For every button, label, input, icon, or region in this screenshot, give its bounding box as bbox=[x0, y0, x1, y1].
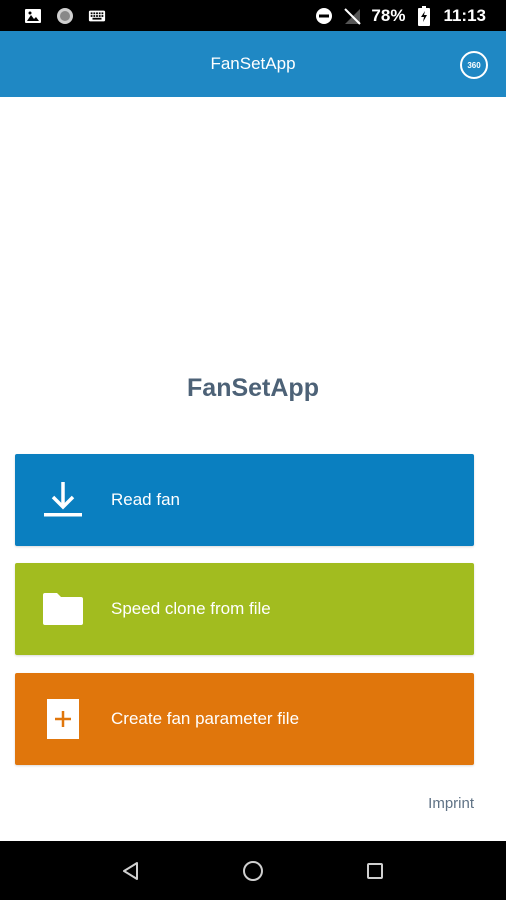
page-title: FanSetApp bbox=[187, 374, 319, 402]
clock: 11:13 bbox=[443, 5, 486, 25]
read-fan-button[interactable]: Read fan bbox=[15, 454, 474, 546]
create-parameter-file-button[interactable]: Create fan parameter file bbox=[15, 673, 474, 765]
keyboard-icon bbox=[88, 7, 106, 25]
add-file-icon bbox=[15, 673, 111, 765]
imprint-link[interactable]: Imprint bbox=[428, 795, 474, 812]
speed-clone-button[interactable]: Speed clone from file bbox=[15, 563, 474, 655]
status-left-icons bbox=[24, 7, 106, 25]
create-parameter-file-label: Create fan parameter file bbox=[111, 709, 300, 728]
battery-percent: 78% bbox=[371, 5, 406, 25]
app-bar-title: FanSetApp bbox=[210, 54, 296, 73]
no-signal-icon bbox=[343, 7, 362, 25]
status-bar: 78% 11:13 bbox=[0, 0, 506, 31]
back-icon[interactable] bbox=[111, 851, 151, 891]
download-icon bbox=[15, 454, 111, 546]
image-icon bbox=[24, 7, 42, 25]
recents-icon[interactable] bbox=[355, 851, 395, 891]
do-not-disturb-icon bbox=[315, 7, 333, 25]
battery-charging-icon bbox=[415, 5, 433, 26]
speed-clone-label: Speed clone from file bbox=[111, 599, 271, 618]
view-360-icon[interactable]: 360 bbox=[460, 51, 488, 79]
app-bar: FanSetApp 360 bbox=[0, 31, 506, 97]
status-right-icons: 78% 11:13 bbox=[315, 5, 486, 26]
view-360-label: 360 bbox=[467, 60, 481, 70]
home-icon[interactable] bbox=[233, 851, 273, 891]
circle-icon bbox=[56, 7, 74, 25]
read-fan-label: Read fan bbox=[111, 490, 180, 509]
navigation-bar bbox=[0, 841, 506, 900]
folder-icon bbox=[15, 563, 111, 655]
